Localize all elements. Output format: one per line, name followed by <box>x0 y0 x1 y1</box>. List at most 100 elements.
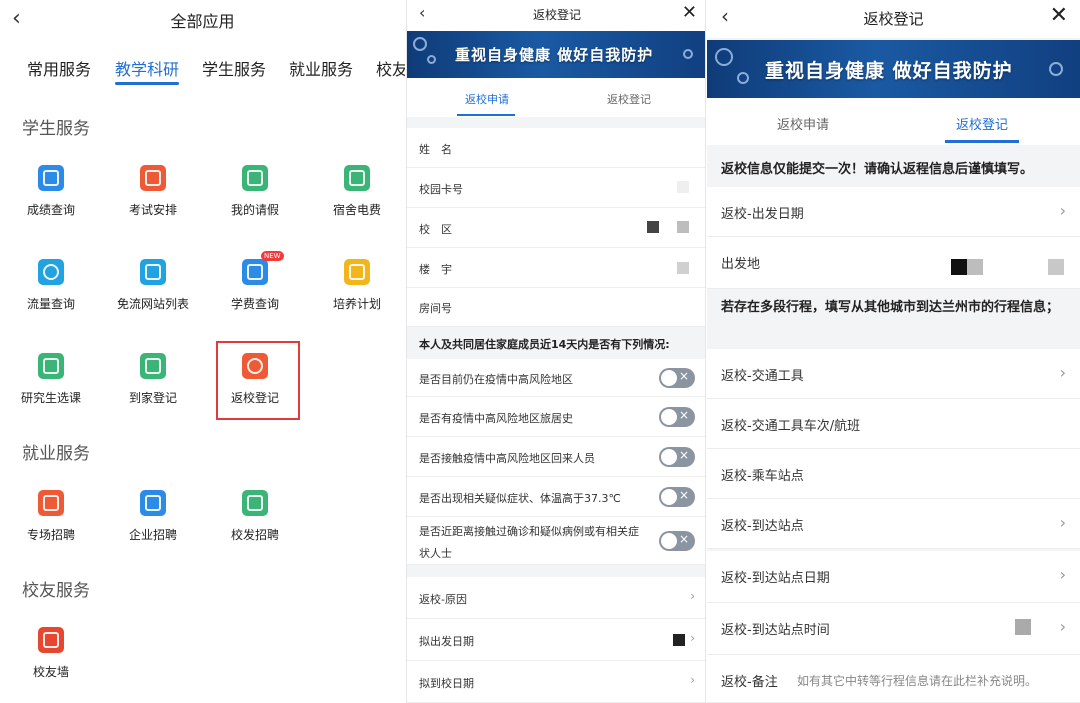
field-building[interactable]: 楼 宇 <box>407 248 705 288</box>
field-depart-date[interactable]: 拟出发日期 › <box>407 619 705 661</box>
row-arrive-station[interactable]: 返校-到达站点 › <box>707 499 1080 549</box>
health-banner: 重视自身健康 做好自我防护 <box>707 40 1080 98</box>
page-title: 返校登记 <box>532 8 581 22</box>
toggle-switch[interactable]: × <box>659 447 695 467</box>
app-home-reg[interactable]: 到家登记 <box>102 353 204 406</box>
row-label: 返校-乘车站点 <box>721 469 804 484</box>
category-tabs: 常用服务 教学科研 学生服务 就业服务 校友 <box>0 56 405 92</box>
section-student: 学生服务 <box>22 119 90 139</box>
row-origin[interactable]: 出发地 <box>707 237 1080 289</box>
app-label: 专场招聘 <box>26 528 75 542</box>
tab-student[interactable]: 学生服务 <box>202 56 266 80</box>
field-reason[interactable]: 返校-原因 › <box>407 577 705 619</box>
tab-return-register[interactable]: 返校登记 <box>607 91 651 107</box>
grades-icon <box>38 165 64 191</box>
question-label: 是否目前仍在疫情中高风险地区 <box>419 373 573 386</box>
app-label: 考试安排 <box>128 203 177 217</box>
redacted-value <box>967 259 983 275</box>
app-traffic[interactable]: 流量查询 <box>0 259 102 312</box>
tab-return-register[interactable]: 返校登记 <box>956 114 1008 133</box>
app-dorm-power[interactable]: 宿舍电费 <box>306 165 408 218</box>
row-depart-date[interactable]: 返校-出发日期 › <box>707 187 1080 237</box>
active-tab-indicator <box>115 82 179 85</box>
redacted-value <box>1015 619 1031 635</box>
question-label: 是否近距离接触过确诊和疑似病例或有相关症 <box>419 525 639 538</box>
course-icon <box>38 353 64 379</box>
leave-icon <box>242 165 268 191</box>
question-row: 是否出现相关疑似症状、体温高于37.3℃ × <box>407 477 705 517</box>
tab-common[interactable]: 常用服务 <box>27 56 91 80</box>
field-label: 校 区 <box>419 223 452 236</box>
warning-text: 返校信息仅能提交一次！请确认返程信息后谨慎填写。 <box>721 162 1034 177</box>
app-label: 校发招聘 <box>230 528 279 542</box>
app-company-jobs[interactable]: 企业招聘 <box>102 490 204 543</box>
site-list-icon <box>140 259 166 285</box>
close-icon[interactable]: ✕ <box>1050 3 1068 28</box>
app-free-sites[interactable]: 免流网站列表 <box>102 259 204 312</box>
redacted-value <box>647 221 659 233</box>
redacted-value <box>677 221 689 233</box>
question-header: 本人及共同居住家庭成员近14天内是否有下列情况: <box>407 327 705 359</box>
app-training-plan[interactable]: 培养计划 <box>306 259 408 312</box>
question-row: 是否近距离接触过确诊和疑似病例或有相关症 状人士 × <box>407 517 705 565</box>
field-label: 楼 宇 <box>419 263 452 276</box>
app-campus-jobs[interactable]: 校发招聘 <box>204 490 306 543</box>
question-label: 是否有疫情中高风险地区旅居史 <box>419 412 573 425</box>
app-label: 到家登记 <box>128 391 177 405</box>
job-fair-icon <box>38 490 64 516</box>
toggle-switch[interactable]: × <box>659 531 695 551</box>
multi-trip-note: 若存在多段行程，填写从其他城市到达兰州市的行程信息； <box>707 289 1080 349</box>
chevron-right-icon: › <box>1059 513 1066 532</box>
chevron-right-icon: › <box>1059 201 1066 220</box>
toggle-switch[interactable]: × <box>659 407 695 427</box>
tab-return-apply[interactable]: 返校申请 <box>777 114 829 133</box>
toggle-switch[interactable]: × <box>659 487 695 507</box>
toggle-switch[interactable]: × <box>659 368 695 388</box>
row-transport[interactable]: 返校-交通工具 › <box>707 349 1080 399</box>
redacted-value <box>677 181 689 193</box>
row-label: 返校-交通工具车次/航班 <box>721 419 861 434</box>
field-room[interactable]: 房间号 <box>407 288 705 327</box>
molecule-icon <box>413 37 427 51</box>
row-arrive-time[interactable]: 返校-到达站点时间 › <box>707 603 1080 655</box>
redacted-value <box>1048 259 1064 275</box>
row-label: 返校-到达站点日期 <box>721 571 830 586</box>
all-apps-panel: ‹ 全部应用 常用服务 教学科研 学生服务 就业服务 校友 学生服务 成绩查询 … <box>0 0 405 703</box>
field-card[interactable]: 校园卡号 <box>407 168 705 208</box>
field-arrive-date[interactable]: 拟到校日期 › <box>407 661 705 703</box>
header: ‹ 返校登记 ✕ <box>407 0 705 31</box>
app-tuition[interactable]: NEW 学费查询 <box>204 251 306 312</box>
app-exam[interactable]: 考试安排 <box>102 165 204 218</box>
sub-tabs: 返校申请 返校登记 <box>707 98 1080 145</box>
tab-return-apply[interactable]: 返校申请 <box>465 91 509 107</box>
active-tab-indicator <box>945 140 1019 143</box>
building-icon <box>242 490 268 516</box>
question-row: 是否接触疫情中高风险地区回来人员 × <box>407 437 705 477</box>
close-icon[interactable]: ✕ <box>682 2 697 23</box>
tab-teaching[interactable]: 教学科研 <box>115 56 179 80</box>
header: ‹ 返校登记 ✕ <box>707 0 1080 38</box>
app-alumni-wall[interactable]: 校友墙 <box>0 627 102 680</box>
app-leave[interactable]: 我的请假 <box>204 165 306 218</box>
row-remark[interactable]: 返校-备注 如有其它中转等行程信息请在此栏补充说明。 <box>707 655 1080 703</box>
molecule-icon <box>1049 62 1063 76</box>
row-transport-no[interactable]: 返校-交通工具车次/航班 <box>707 399 1080 449</box>
highlight-box <box>216 341 300 420</box>
row-board-station[interactable]: 返校-乘车站点 <box>707 449 1080 499</box>
home-icon <box>140 353 166 379</box>
banner-text: 重视自身健康 做好自我防护 <box>765 60 1013 82</box>
app-job-fair[interactable]: 专场招聘 <box>0 490 102 543</box>
row-arrive-date[interactable]: 返校-到达站点日期 › <box>707 551 1080 603</box>
field-campus[interactable]: 校 区 <box>407 208 705 248</box>
field-name[interactable]: 姓 名 <box>407 128 705 168</box>
app-label: 校友墙 <box>32 665 69 679</box>
tab-employment[interactable]: 就业服务 <box>289 56 353 80</box>
sub-tabs: 返校申请 返校登记 <box>407 78 705 117</box>
molecule-icon <box>427 55 436 64</box>
app-label: 成绩查询 <box>26 203 75 217</box>
return-apply-panel: ‹ 返校登记 ✕ 重视自身健康 做好自我防护 返校申请 返校登记 姓 名 校园卡… <box>406 0 706 703</box>
app-grad-course[interactable]: 研究生选课 <box>0 353 102 406</box>
field-label: 拟到校日期 <box>419 677 474 690</box>
app-grades[interactable]: 成绩查询 <box>0 165 102 218</box>
tab-alumni[interactable]: 校友 <box>376 56 405 80</box>
